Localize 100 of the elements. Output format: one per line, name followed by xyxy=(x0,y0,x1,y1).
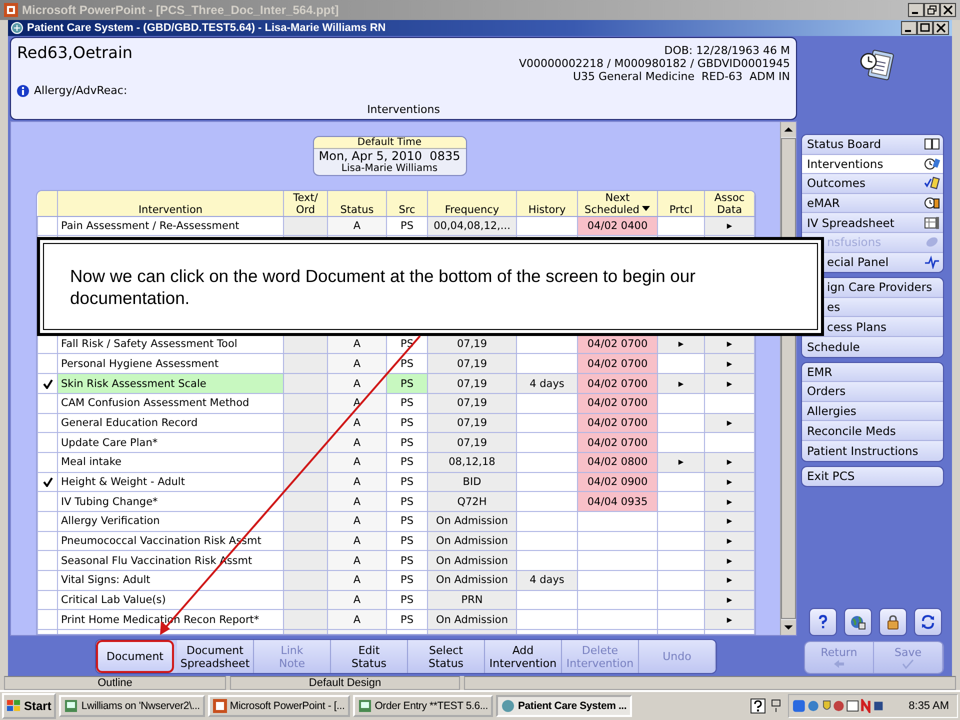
table-cell: A xyxy=(328,452,386,472)
default-time-user: Lisa-Marie Williams xyxy=(341,163,438,175)
table-cell[interactable]: ▸ xyxy=(704,590,754,610)
table-cell: IV Tubing Change* xyxy=(58,492,284,512)
help-icon[interactable] xyxy=(750,698,766,714)
globe-button[interactable] xyxy=(844,608,872,636)
close-button[interactable] xyxy=(940,3,956,17)
nav-item[interactable]: IV Spreadsheet xyxy=(802,213,943,233)
toolbar-button[interactable]: Document xyxy=(96,640,174,673)
table-cell: A xyxy=(328,550,386,571)
nav-item[interactable]: Orders xyxy=(802,382,943,402)
table-cell[interactable]: ▸ xyxy=(704,492,754,512)
lock-button[interactable] xyxy=(879,608,907,636)
table-cell: PRN xyxy=(428,590,516,610)
callout-text: Now we can click on the word Document at the bottom of the screen to begin our documentation. xyxy=(70,265,696,309)
checkmark-icon xyxy=(42,378,52,388)
nav-item[interactable]: Interventions xyxy=(802,154,943,174)
table-cell: 07,19 xyxy=(428,354,516,374)
close-button[interactable] xyxy=(933,21,949,35)
taskbar-button[interactable]: Patient Care System ... xyxy=(496,695,632,717)
table-cell: 08,12,18 xyxy=(428,452,516,472)
table-cell: Vital Signs: Adult xyxy=(58,570,284,590)
nav-item[interactable]: EMR xyxy=(802,362,943,382)
toolbar-button[interactable]: Edit Status xyxy=(331,640,408,673)
column-header[interactable]: Intervention xyxy=(58,190,284,216)
minimize-button[interactable] xyxy=(908,3,924,17)
column-header[interactable]: Next Scheduled xyxy=(578,190,658,216)
allergy-label: Allergy/AdvReac: xyxy=(34,84,128,97)
scroll-down-icon[interactable] xyxy=(781,620,796,635)
column-header[interactable]: History xyxy=(516,190,578,216)
taskbar-button[interactable]: Order Entry **TEST 5.6... xyxy=(352,695,493,717)
table-cell: 04/02 0700 xyxy=(578,432,658,452)
nav-item[interactable]: eMAR xyxy=(802,194,943,214)
window-title: Patient Care System - (GBD/GBD.TEST5.64) - Lisa-Marie Williams RN xyxy=(27,22,387,34)
table-cell[interactable]: ▸ xyxy=(704,374,754,394)
column-header[interactable]: Assoc Data xyxy=(704,190,754,216)
lock-icon xyxy=(885,614,901,630)
nav-item[interactable]: Reconcile Meds xyxy=(802,421,943,441)
table-cell[interactable]: ▸ xyxy=(704,452,754,472)
refresh-icon xyxy=(920,614,936,630)
table-cell[interactable]: ▸ xyxy=(704,531,754,551)
table-cell: 07,19 xyxy=(428,374,516,394)
globe-icon xyxy=(850,614,866,630)
column-header[interactable]: Frequency xyxy=(428,190,516,216)
table-cell: General Education Record xyxy=(58,413,284,433)
table-cell[interactable]: ▸ xyxy=(658,374,704,394)
start-button[interactable]: Start xyxy=(2,693,56,719)
table-cell: 07,19 xyxy=(428,432,516,452)
table-cell: Skin Risk Assessment Scale xyxy=(58,374,284,394)
nav-item[interactable]: Schedule xyxy=(802,336,943,357)
table-cell[interactable]: ▸ xyxy=(704,511,754,532)
nav-item[interactable]: Status Board xyxy=(802,135,943,155)
maximize-button[interactable] xyxy=(917,21,933,35)
table-cell: Allergy Verification xyxy=(58,511,284,532)
book-icon xyxy=(924,137,940,152)
table-cell: A xyxy=(328,472,386,492)
table-cell: 04/02 0700 xyxy=(578,374,658,394)
scroll-up-icon[interactable] xyxy=(781,122,796,137)
column-header[interactable]: Text/ Ord xyxy=(284,190,328,216)
help-button[interactable] xyxy=(809,608,837,636)
default-time-value[interactable]: Mon, Apr 5, 2010 0835 xyxy=(318,149,460,163)
table-cell[interactable]: ▸ xyxy=(704,610,754,630)
table-cell[interactable]: ▸ xyxy=(704,570,754,590)
toolbar-button[interactable]: Document Spreadsheet xyxy=(177,640,254,673)
left-arrow-icon xyxy=(833,658,845,668)
nav-item[interactable]: Patient Instructions xyxy=(802,440,943,460)
table-cell: BID xyxy=(428,472,516,492)
app-icon xyxy=(212,699,227,713)
table-cell[interactable]: ▸ xyxy=(704,472,754,492)
table-cell[interactable]: ▸ xyxy=(704,550,754,571)
nav-item[interactable]: Outcomes xyxy=(802,174,943,194)
column-header[interactable]: Status xyxy=(328,190,386,216)
nav-item[interactable]: Allergies xyxy=(802,402,943,422)
taskbar-button[interactable]: Lwilliams on 'Nwserver2\... xyxy=(59,695,205,717)
table-cell: 04/02 0700 xyxy=(578,354,658,374)
column-header[interactable]: Prtcl xyxy=(658,190,704,216)
table-cell[interactable]: ▸ xyxy=(704,354,754,374)
table-cell: On Admission xyxy=(428,570,516,590)
checkmark-icon xyxy=(902,658,914,668)
toolbar-button[interactable]: Select Status xyxy=(408,640,485,673)
default-time-label: Default Time xyxy=(314,137,466,149)
table-cell[interactable]: ▸ xyxy=(704,413,754,433)
minimize-button[interactable] xyxy=(901,21,917,35)
app-icon xyxy=(64,699,78,713)
table-cell: 4 days xyxy=(516,374,578,394)
app-icon xyxy=(11,22,23,34)
toolbar-button[interactable]: Add Intervention xyxy=(485,640,562,673)
table-cell: Update Care Plan* xyxy=(58,432,284,452)
restore-button[interactable] xyxy=(924,3,940,17)
nav-item[interactable]: Exit PCS xyxy=(802,466,943,486)
column-header[interactable]: Src xyxy=(386,190,428,216)
taskbar-button[interactable]: Microsoft PowerPoint - [... xyxy=(208,695,350,717)
table-cell[interactable]: ▸ xyxy=(704,216,754,236)
refresh-button[interactable] xyxy=(914,608,942,636)
patient-ids: V00000002218 / M000980182 / GBDVID0001945 xyxy=(519,57,790,70)
pulse-icon xyxy=(924,255,940,270)
table-cell: Q72H xyxy=(428,492,516,512)
checkmark-icon xyxy=(42,476,52,487)
table-cell[interactable]: ▸ xyxy=(658,452,704,472)
table-cell: Critical Lab Value(s) xyxy=(58,590,284,610)
